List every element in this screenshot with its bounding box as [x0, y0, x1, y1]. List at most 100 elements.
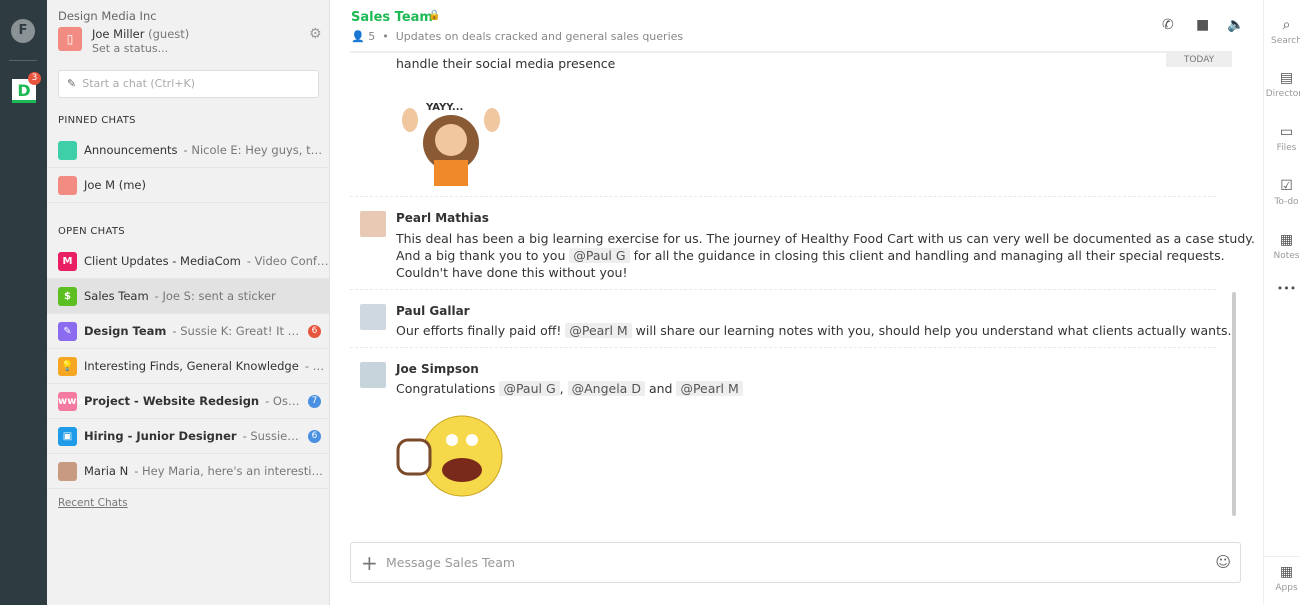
paul-avatar[interactable]	[360, 304, 386, 330]
text: Congratulations	[396, 381, 495, 396]
chat-preview: - Oscar G: Do...	[265, 394, 302, 408]
compose-icon: ✎	[67, 77, 76, 90]
chat-preview: - Video Conferenc	[247, 254, 329, 268]
unread-badge: 6	[308, 325, 321, 338]
joe-avatar[interactable]	[360, 362, 386, 388]
directory-icon: ▤	[1264, 70, 1300, 86]
search-button[interactable]: ⌕Search	[1264, 17, 1300, 46]
chat-name: Maria N	[84, 464, 128, 478]
chat-item[interactable]: Maria N- Hey Maria, here's an interestin…	[47, 454, 329, 489]
start-chat-input[interactable]: ✎Start a chat (Ctrl+K)	[58, 70, 319, 98]
message-line: And a big thank you to you @Paul G for a…	[396, 247, 1255, 264]
emoji-icon[interactable]: ☺	[1215, 553, 1231, 571]
message-text: This deal has been a big learning exerci…	[396, 230, 1255, 281]
video-call-icon[interactable]: ■	[1196, 17, 1209, 33]
chat-item[interactable]: $Sales Team- Joe S: sent a sticker	[47, 279, 329, 314]
lock-icon: 🔒	[428, 10, 440, 21]
message-author[interactable]: Pearl Mathias	[396, 211, 489, 225]
chat-avatar-icon	[58, 462, 77, 481]
message-line: Couldn't have done this without you!	[396, 264, 1255, 281]
message-author[interactable]: Joe Simpson	[396, 362, 479, 376]
set-status-link[interactable]: Set a status...	[92, 42, 168, 55]
chat-name: Client Updates - MediaCom	[84, 254, 241, 268]
chat-main: Sales Team 🔒 👤 5 • Updates on deals crac…	[330, 0, 1263, 605]
label: Directory	[1266, 89, 1300, 99]
chat-name: Joe M (me)	[84, 178, 146, 192]
sticker-text: YAYY...	[425, 102, 463, 113]
mention[interactable]: @Angela D	[568, 381, 645, 396]
chat-name: Sales Team	[84, 289, 149, 303]
mention[interactable]: @Paul G	[499, 381, 559, 396]
label: Notes	[1274, 251, 1300, 261]
user-avatar[interactable]: ▯	[58, 27, 82, 51]
gear-icon[interactable]: ⚙	[309, 26, 322, 42]
chat-avatar-icon: ✎	[58, 322, 77, 341]
chat-item[interactable]: Announcements- Nicole E: Hey guys, the N…	[47, 133, 329, 168]
notes-icon: ▦	[1264, 232, 1300, 248]
phone-call-icon[interactable]: ✆	[1162, 17, 1174, 33]
members-icon[interactable]: 👤	[351, 30, 365, 43]
files-button[interactable]: ▭ Files	[1264, 124, 1300, 153]
user-name-text: Joe Miller	[92, 27, 144, 41]
chat-item[interactable]: 💡 Interesting Finds, General Knowledge - M…	[47, 349, 329, 384]
chat-item[interactable]: wwwProject - Website Redesign- Oscar G: …	[47, 384, 329, 419]
chat-item[interactable]: ▣ Hiring - Junior Designer - Sussie K: Yes…	[47, 419, 329, 454]
apps-button[interactable]: ▦Apps	[1264, 564, 1300, 593]
member-count[interactable]: 5	[368, 30, 375, 43]
chat-avatar-icon: 💡	[58, 357, 77, 376]
message-author[interactable]: Paul Gallar	[396, 304, 470, 318]
scrollbar[interactable]	[1232, 292, 1236, 516]
text: Our efforts finally paid off!	[396, 323, 561, 338]
chat-item[interactable]: Joe M (me)	[47, 168, 329, 203]
message-composer[interactable]: + Message Sales Team ☺	[350, 542, 1241, 583]
plus-icon[interactable]: +	[361, 551, 378, 575]
notes-button[interactable]: ▦ Notes	[1264, 232, 1300, 261]
mention[interactable]: @Paul G	[569, 248, 629, 263]
chat-item[interactable]: ✎ Design Team - Sussie K: Great! It was fu…	[47, 314, 329, 349]
unread-badge: 7	[308, 395, 321, 408]
mention[interactable]: @Pearl M	[565, 323, 631, 338]
user-role: (guest)	[148, 27, 189, 41]
message-text: handle their social media presence	[396, 55, 615, 72]
divider	[9, 60, 37, 61]
text: ,	[560, 381, 564, 396]
recent-chats-link[interactable]: Recent Chats	[58, 497, 128, 509]
pinned-chats-heading: PINNED CHATS	[58, 115, 136, 126]
right-toolbar: ⌕Search ▤Directory ▭Files ☑To-do ▦Notes …	[1263, 0, 1300, 605]
chat-avatar-icon: ▣	[58, 427, 77, 446]
label: Files	[1277, 143, 1297, 153]
message-divider	[350, 196, 1216, 197]
channel-title[interactable]: Sales Team	[351, 10, 433, 25]
unread-badge: 6	[308, 430, 321, 443]
chat-item[interactable]: M Client Updates - MediaCom - Video Confer…	[47, 244, 329, 279]
app-rail: F D 3	[0, 0, 47, 605]
more-button[interactable]: •••	[1264, 282, 1300, 295]
chat-name: Interesting Finds, General Knowledge	[84, 359, 299, 373]
directory-button[interactable]: ▤ Directory	[1264, 70, 1300, 99]
open-chats-heading: OPEN CHATS	[58, 226, 125, 237]
chat-sidebar: Design Media Inc ▯ Joe Miller (guest) Se…	[47, 0, 330, 605]
chat-preview: - Maria N	[305, 359, 329, 373]
mention[interactable]: @Pearl M	[676, 381, 742, 396]
chat-preview: - Sussie K: Yes, o...	[243, 429, 302, 443]
chat-avatar-icon: M	[58, 252, 77, 271]
speaker-icon[interactable]: 🔈	[1227, 17, 1244, 33]
files-icon: ▭	[1264, 124, 1300, 140]
org-name: Design Media Inc	[58, 9, 157, 23]
apps-grid-icon: ▦	[1264, 564, 1300, 580]
todo-button[interactable]: ☑To-do	[1264, 178, 1300, 207]
text: And a big thank you to you	[396, 248, 565, 263]
channel-subtitle: 👤 5 • Updates on deals cracked and gener…	[351, 30, 683, 43]
date-separator: TODAY	[1166, 53, 1232, 67]
divider	[1264, 556, 1300, 557]
user-name[interactable]: Joe Miller (guest)	[92, 27, 189, 41]
chat-name: Design Team	[84, 324, 166, 338]
app-logo-icon[interactable]: F	[11, 19, 35, 43]
pearl-avatar[interactable]	[360, 211, 386, 237]
chat-preview: - Sussie K: Great! It was fun ...	[172, 324, 302, 338]
checkbox-icon: ☑	[1264, 178, 1300, 194]
org-unread-badge: 3	[28, 72, 41, 85]
message-input[interactable]: Message Sales Team	[386, 555, 515, 570]
chat-name: Hiring - Junior Designer	[84, 429, 237, 443]
message-text: Congratulations @Paul G, @Angela D and @…	[396, 380, 743, 397]
